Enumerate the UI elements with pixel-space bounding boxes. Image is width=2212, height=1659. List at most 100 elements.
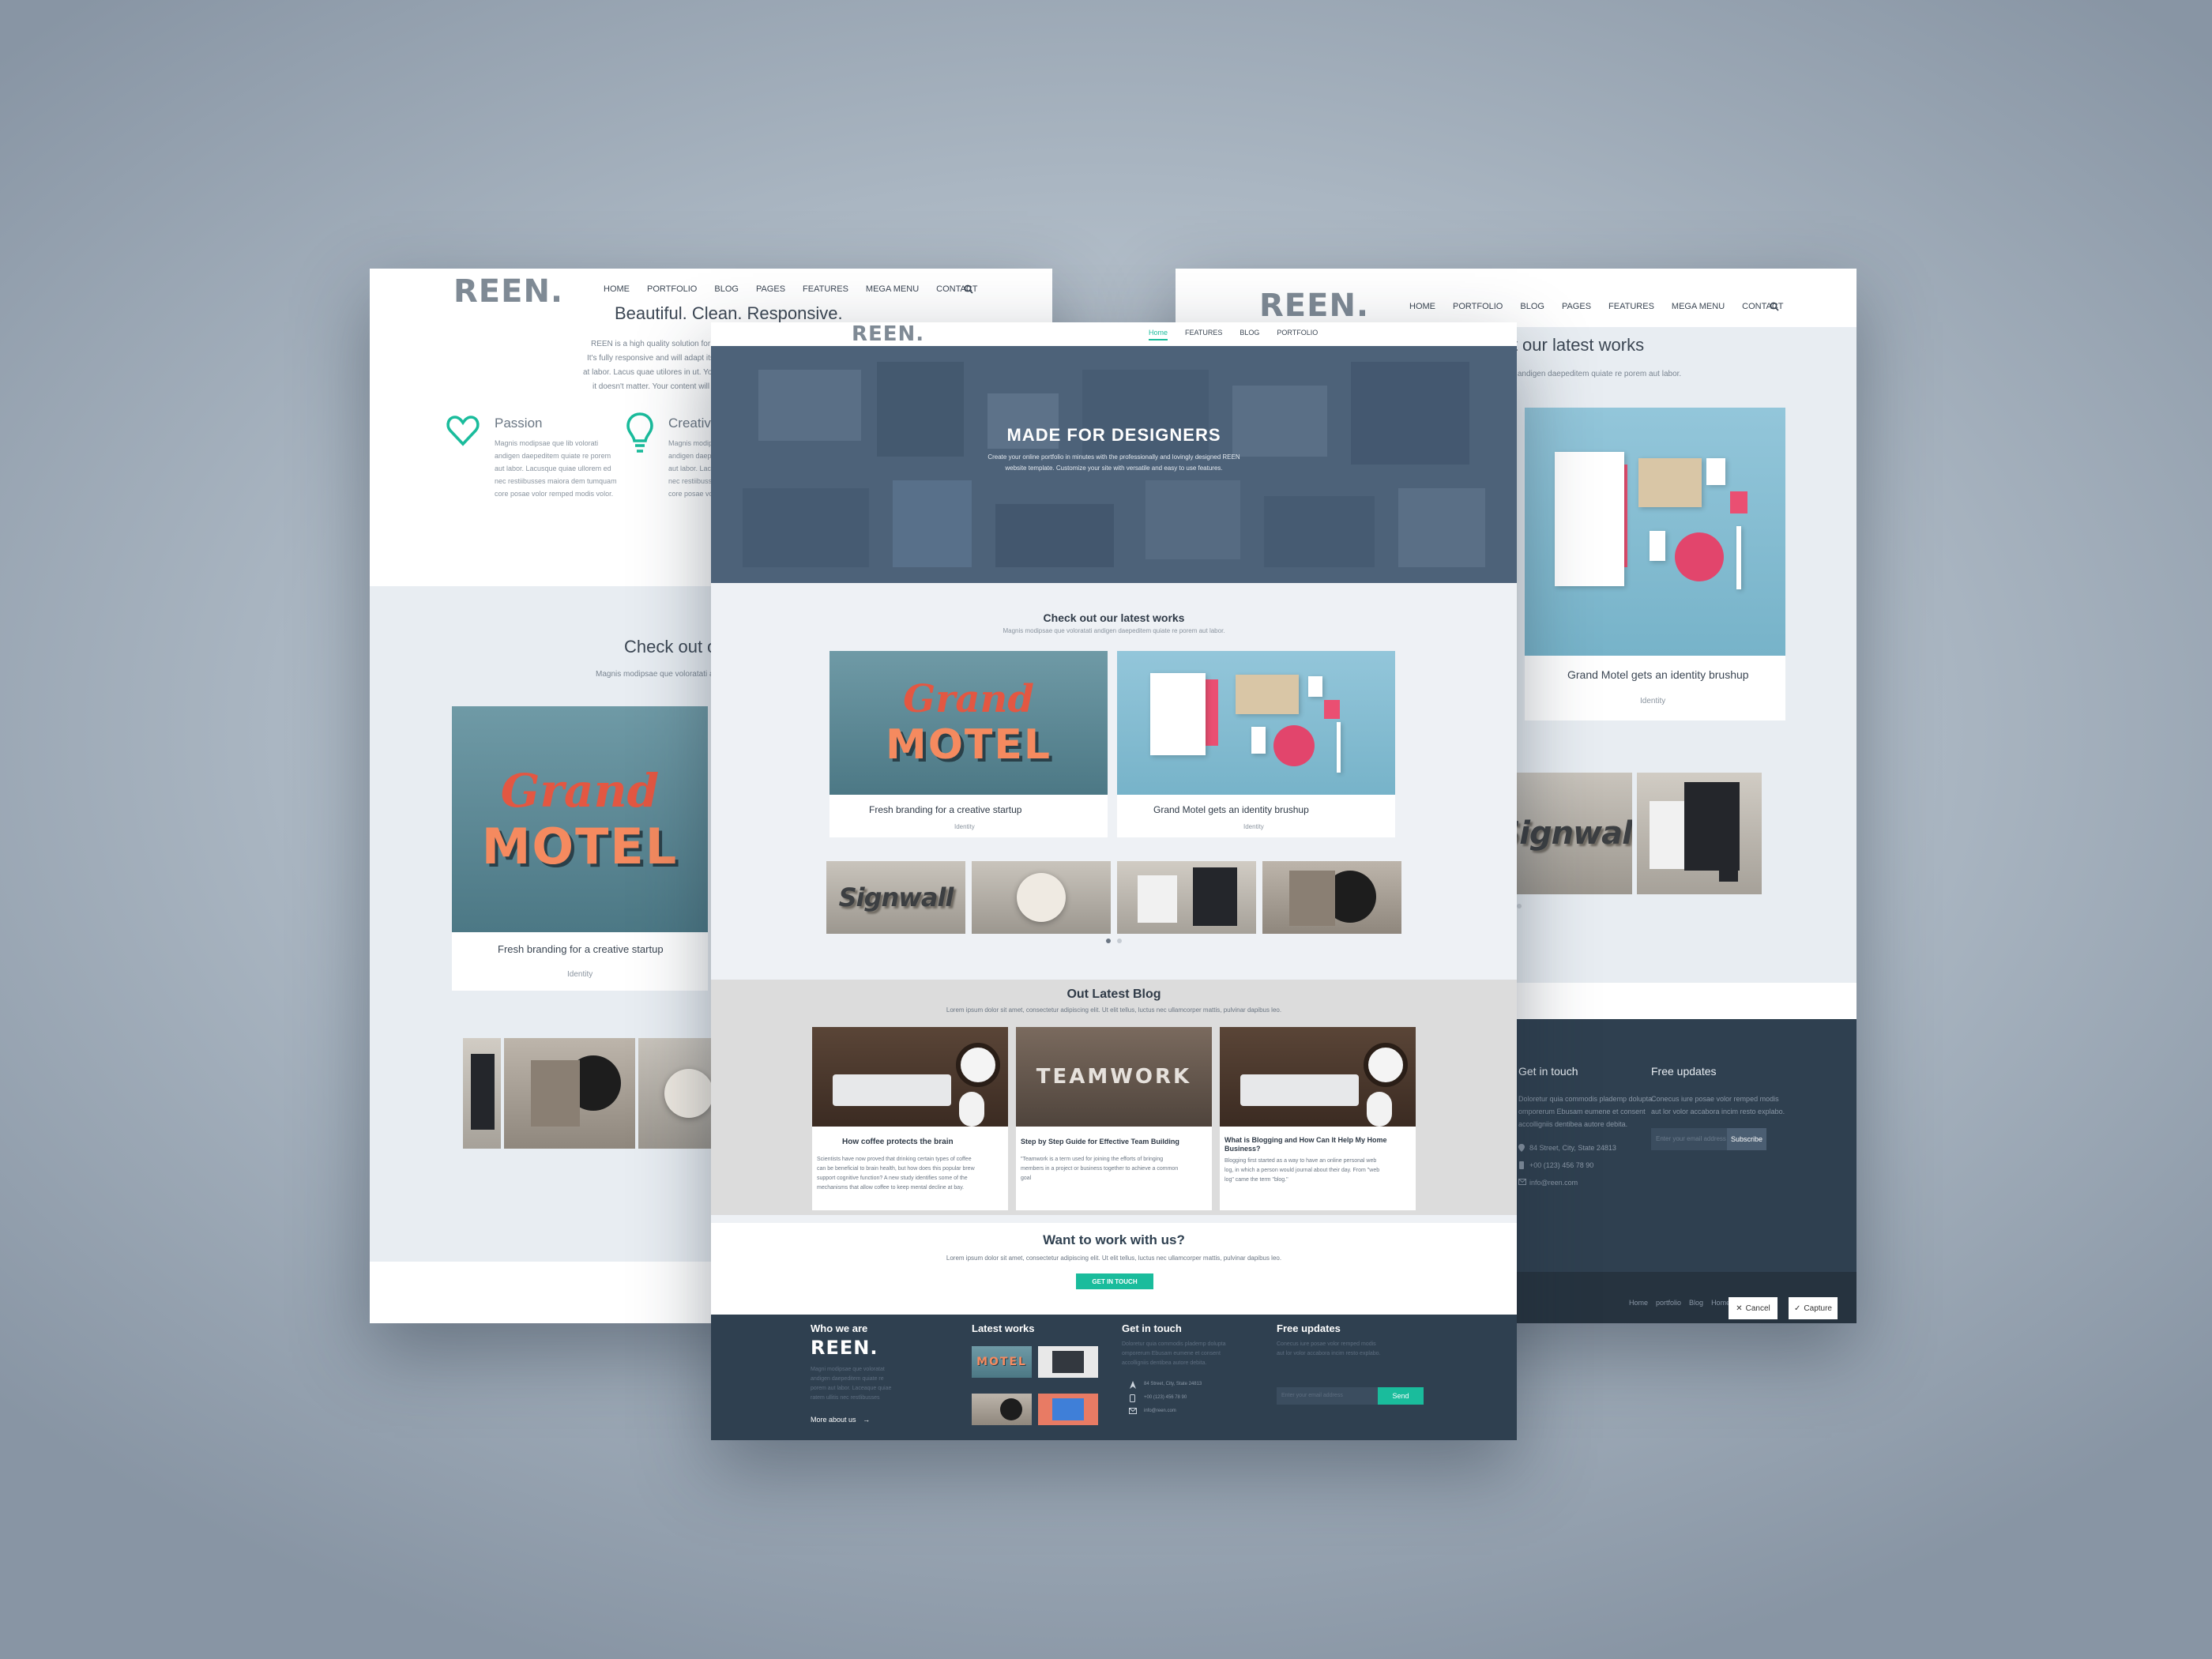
post-excerpt: log" came the term "blog."	[1224, 1177, 1288, 1183]
slider-dot[interactable]	[1117, 939, 1122, 943]
nav-blog[interactable]: BLOG	[714, 284, 739, 294]
lightbulb-icon	[626, 412, 653, 453]
grand-motel-image: Grand MOTEL	[830, 651, 1108, 795]
card-title: Fresh branding for a creative startup	[498, 943, 664, 955]
card-tag: Identity	[1243, 823, 1264, 830]
feature-line: andigen daepeditem quiate re porem	[495, 452, 611, 460]
subscribe-button[interactable]: Subscribe	[1727, 1128, 1766, 1150]
mail-icon	[1518, 1179, 1526, 1185]
nav-features[interactable]: FEATURES	[1608, 302, 1654, 311]
slider-dot[interactable]	[1517, 904, 1522, 908]
post-title: Step by Step Guide for Effective Team Bu…	[1021, 1138, 1179, 1146]
nav-home[interactable]: HOME	[1409, 302, 1435, 311]
cta-subtitle: Lorem ipsum dolor sit amet, consectetur …	[946, 1255, 1282, 1262]
footer-line: omporerum Ebusam eumene et consent	[1122, 1351, 1221, 1356]
thumbnail[interactable]	[463, 1038, 501, 1149]
nav-portfolio[interactable]: PORTFOLIO	[1453, 302, 1503, 311]
portfolio-card[interactable]: Grand MOTEL Fresh branding for a creativ…	[452, 706, 708, 991]
feature-title: Passion	[495, 416, 543, 431]
more-about-link[interactable]: More about us →	[811, 1416, 870, 1424]
footer-line: Magni modipsae que voloratat	[811, 1367, 885, 1372]
nav-portfolio[interactable]: PORTFOLIO	[647, 284, 697, 294]
nav-pages[interactable]: PAGES	[756, 284, 785, 294]
post-excerpt: log, in which a person would journal abo…	[1224, 1168, 1380, 1173]
nav-features[interactable]: FEATURES	[1185, 329, 1222, 340]
thumbnail[interactable]	[1117, 861, 1256, 934]
feature-line: core posae volor remped modis volor.	[495, 490, 614, 498]
footer-thumb[interactable]: MOTEL	[972, 1346, 1032, 1378]
card-title: Grand Motel gets an identity brushup	[1567, 668, 1749, 681]
email-placeholder: Enter your email address	[1656, 1135, 1726, 1142]
nav-portfolio[interactable]: PORTFOLIO	[1277, 329, 1318, 340]
feature-line: Magnis modipsae que lib volorati	[495, 439, 599, 447]
arrow-right-icon: →	[863, 1416, 871, 1424]
footer-heading: Get in touch	[1122, 1322, 1182, 1334]
nav-mega-menu[interactable]: MEGA MENU	[866, 284, 919, 294]
footer-email[interactable]: info@reen.com	[1529, 1179, 1578, 1187]
thumbnail[interactable]: Signwall	[826, 861, 965, 934]
logo[interactable]: REEN.	[453, 273, 563, 310]
feature-line: aut labor. Lacusque quiae ullorem ed	[495, 465, 611, 472]
phone-icon	[1130, 1394, 1135, 1402]
coffee-image	[812, 1027, 1008, 1127]
blog-subtitle: Lorem ipsum dolor sit amet, consectetur …	[946, 1006, 1282, 1014]
footer-thumb[interactable]	[1038, 1346, 1098, 1378]
close-icon: ✕	[1736, 1304, 1743, 1313]
post-excerpt: mechanisms that allow coffee to keep men…	[817, 1185, 965, 1191]
post-title: How coffee protects the brain	[842, 1138, 954, 1146]
bottom-link[interactable]: portfolio	[1656, 1299, 1681, 1307]
blog-post[interactable]: How coffee protects the brain Scientists…	[812, 1027, 1008, 1210]
nav-blog[interactable]: BLOG	[1240, 329, 1259, 340]
blog-post[interactable]: What is Blogging and How Can It Help My …	[1220, 1027, 1416, 1210]
coffee-image	[1220, 1027, 1416, 1127]
logo[interactable]: REEN.	[852, 322, 924, 346]
card-tag: Identity	[567, 970, 593, 979]
footer-line: Conecus iure posae volor remped modis	[1277, 1341, 1376, 1347]
nav-features[interactable]: FEATURES	[803, 284, 848, 294]
logo[interactable]: REEN.	[1259, 288, 1369, 324]
nav-blog[interactable]: BLOG	[1520, 302, 1544, 311]
bottom-link[interactable]: Blog	[1689, 1299, 1703, 1307]
footer-thumb[interactable]	[1038, 1394, 1098, 1425]
email-input[interactable]: Enter your email address	[1651, 1128, 1727, 1150]
footer-line: Doloretur quia commodis plademp dolupta	[1122, 1341, 1226, 1347]
blog-post[interactable]: TEAMWORK Step by Step Guide for Effectiv…	[1016, 1027, 1212, 1210]
capture-label: Capture	[1804, 1304, 1832, 1313]
send-button[interactable]: Send	[1378, 1387, 1424, 1405]
nav-home[interactable]: Home	[1149, 329, 1168, 340]
thumbnail[interactable]	[1262, 861, 1401, 934]
portfolio-card[interactable]: Grand Motel gets an identity brushup Ide…	[1117, 651, 1395, 837]
phone-icon	[1519, 1161, 1524, 1169]
nav-mega-menu[interactable]: MEGA MENU	[1672, 302, 1725, 311]
slider-dot[interactable]	[1106, 939, 1111, 943]
capture-button[interactable]: ✓ Capture	[1789, 1297, 1838, 1319]
cancel-button[interactable]: ✕ Cancel	[1729, 1297, 1778, 1319]
bottom-link[interactable]: Home	[1629, 1299, 1648, 1307]
works-subtitle: Magnis modipsae que voloratati andigen d…	[1003, 627, 1225, 634]
email-input[interactable]: Enter your email address	[1277, 1387, 1378, 1405]
thumbnail[interactable]	[1637, 773, 1762, 894]
footer-email[interactable]: info@reen.com	[1144, 1409, 1176, 1413]
location-icon	[1130, 1381, 1136, 1389]
search-icon[interactable]	[964, 284, 973, 294]
footer-thumb[interactable]	[972, 1394, 1032, 1425]
teamwork-image: TEAMWORK	[1016, 1027, 1212, 1127]
card-tag: Identity	[954, 823, 975, 830]
top-bar	[711, 322, 1517, 346]
footer-line: ratem ullitis nec restlibusses	[811, 1395, 880, 1401]
portfolio-card[interactable]: Grand Motel gets an identity brushup Ide…	[1525, 408, 1785, 720]
email-placeholder: Enter your email address	[1281, 1393, 1343, 1398]
portfolio-card[interactable]: Grand MOTEL Fresh branding for a creativ…	[830, 651, 1108, 837]
nav-home[interactable]: HOME	[604, 284, 630, 294]
search-icon[interactable]	[1770, 302, 1779, 311]
thumbnail[interactable]: Signwall	[1507, 773, 1632, 894]
nav-pages[interactable]: PAGES	[1562, 302, 1591, 311]
thumbnail[interactable]	[504, 1038, 635, 1149]
post-excerpt: support cognitive function? A new study …	[817, 1176, 968, 1181]
thumbnail[interactable]	[972, 861, 1111, 934]
card-title: Grand Motel gets an identity brushup	[1153, 804, 1309, 815]
center-page: REEN. Home FEATURES BLOG PORTFOLIO MADE …	[711, 322, 1517, 1440]
get-in-touch-button[interactable]: GET IN TOUCH	[1076, 1273, 1153, 1289]
grand-motel-image: Grand MOTEL	[452, 706, 708, 932]
bottom-link[interactable]: Home	[1711, 1299, 1730, 1307]
